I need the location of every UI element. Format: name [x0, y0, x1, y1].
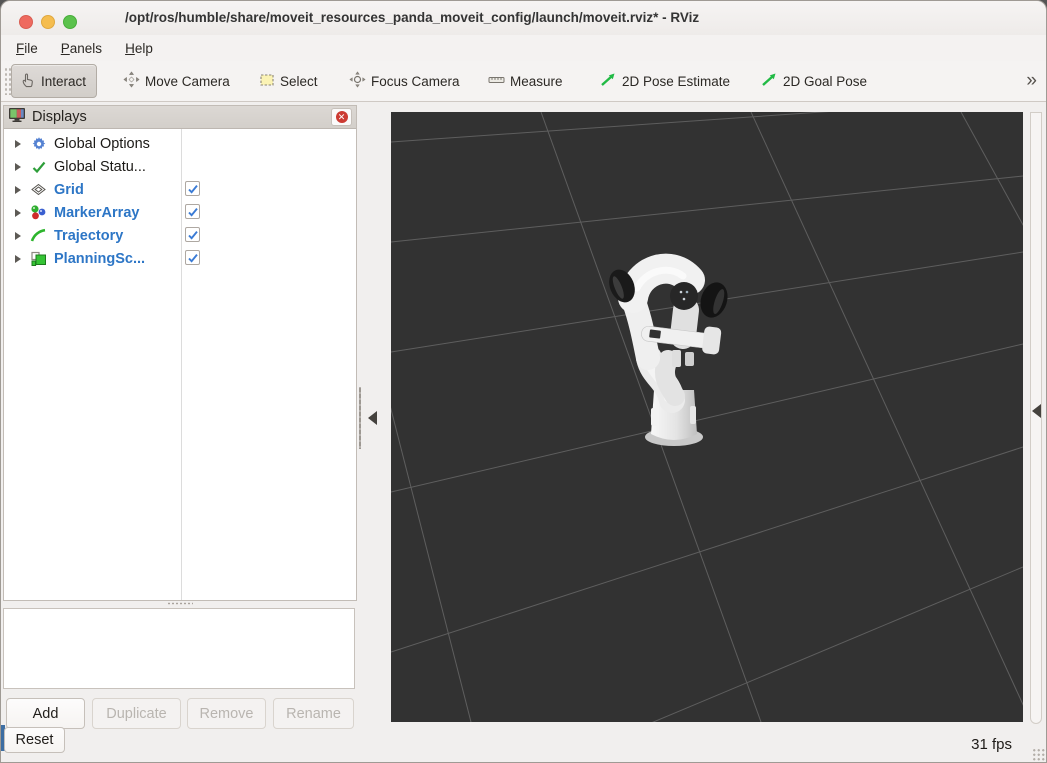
- planning-scene-icon: [30, 250, 47, 267]
- expander-icon[interactable]: [15, 162, 21, 171]
- tree-row-marker-array[interactable]: MarkerArray: [4, 201, 356, 224]
- displays-panel-header[interactable]: Displays ✕: [4, 106, 356, 129]
- ruler-icon: [488, 71, 505, 91]
- green-arrow-icon: [761, 71, 778, 91]
- rename-display-button[interactable]: Rename: [273, 698, 354, 729]
- move-arrows-icon: [123, 71, 140, 91]
- minimize-window-icon[interactable]: [41, 15, 55, 29]
- expander-icon[interactable]: [15, 254, 21, 263]
- planning-scene-checkbox[interactable]: [185, 250, 200, 265]
- right-splitter-lane[interactable]: [1030, 112, 1042, 724]
- selection-box-icon: [259, 72, 275, 91]
- left-splitter-dots[interactable]: [359, 387, 361, 449]
- tool-2d-goal-pose[interactable]: 2D Goal Pose: [761, 61, 867, 101]
- green-arrow-icon: [600, 71, 617, 91]
- render-viewport[interactable]: [391, 112, 1023, 722]
- displays-monitor-icon: [8, 107, 26, 128]
- maximize-window-icon[interactable]: [63, 15, 77, 29]
- panel-title: Displays: [32, 109, 87, 125]
- grid-icon: [30, 181, 47, 198]
- viewport-canvas: [391, 112, 1023, 722]
- resize-grip[interactable]: [1032, 748, 1045, 761]
- tree-row-global-options[interactable]: Global Options: [4, 132, 356, 155]
- tree-row-planning-scene[interactable]: PlanningSc...: [4, 247, 356, 270]
- menubar: File Panels Help: [1, 35, 1046, 61]
- collapse-right-panel-icon[interactable]: [1032, 404, 1041, 418]
- panel-splitter-handle[interactable]: [3, 601, 357, 607]
- grid-checkbox[interactable]: [185, 181, 200, 196]
- close-icon: ✕: [335, 111, 348, 123]
- window-title: /opt/ros/humble/share/moveit_resources_p…: [125, 10, 700, 25]
- titlebar[interactable]: /opt/ros/humble/share/moveit_resources_p…: [1, 1, 1046, 36]
- duplicate-display-button[interactable]: Duplicate: [92, 698, 181, 729]
- tool-label: Interact: [41, 73, 87, 89]
- tool-label: Focus Camera: [371, 73, 460, 89]
- tool-measure[interactable]: Measure: [488, 61, 563, 101]
- displays-tree: Global Options Global Statu... Grid Mark…: [4, 132, 356, 270]
- tool-label: Move Camera: [145, 73, 230, 89]
- remove-display-button[interactable]: Remove: [187, 698, 266, 729]
- marker-array-checkbox[interactable]: [185, 204, 200, 219]
- row-label[interactable]: Global Statu...: [54, 159, 146, 175]
- display-description-box: [3, 608, 355, 689]
- tool-label: Select: [280, 73, 318, 89]
- tree-row-trajectory[interactable]: Trajectory: [4, 224, 356, 247]
- collapse-left-panel-icon[interactable]: [368, 411, 377, 425]
- tool-label: 2D Pose Estimate: [622, 73, 731, 89]
- tool-select[interactable]: Select: [259, 61, 318, 101]
- row-label[interactable]: Global Options: [54, 136, 150, 152]
- tool-interact[interactable]: Interact: [11, 64, 98, 98]
- gear-icon: [30, 135, 47, 152]
- add-display-button[interactable]: Add: [6, 698, 85, 729]
- row-label[interactable]: Grid: [54, 182, 84, 198]
- tool-move-camera[interactable]: Move Camera: [123, 61, 230, 101]
- row-label[interactable]: MarkerArray: [54, 205, 139, 221]
- fps-counter: 31 fps: [971, 736, 1012, 753]
- marker-array-icon: [30, 204, 47, 221]
- checkmark-icon: [30, 158, 47, 175]
- floor-grid: [391, 112, 1023, 722]
- trajectory-icon: [30, 227, 47, 244]
- expander-icon[interactable]: [15, 185, 21, 194]
- panda-robot: [609, 253, 728, 446]
- tool-label: Measure: [510, 73, 563, 89]
- hand-icon: [20, 72, 36, 91]
- menu-help[interactable]: Help: [125, 41, 153, 56]
- menu-file[interactable]: File: [16, 41, 38, 56]
- trajectory-checkbox[interactable]: [185, 227, 200, 242]
- reset-button[interactable]: Reset: [4, 727, 65, 753]
- row-label[interactable]: PlanningSc...: [54, 251, 145, 267]
- panel-close-button[interactable]: ✕: [331, 108, 352, 126]
- row-label[interactable]: Trajectory: [54, 228, 123, 244]
- status-bar: Reset 31 fps: [1, 725, 1046, 762]
- tree-row-global-status[interactable]: Global Statu...: [4, 155, 356, 178]
- tool-2d-pose-estimate[interactable]: 2D Pose Estimate: [600, 61, 730, 101]
- menu-panels[interactable]: Panels: [61, 41, 102, 56]
- expander-icon[interactable]: [15, 208, 21, 217]
- toolbar-drag-handle[interactable]: [4, 67, 11, 95]
- toolbar-overflow-chevron[interactable]: »: [1026, 61, 1037, 101]
- tree-row-grid[interactable]: Grid: [4, 178, 356, 201]
- toolbar: Interact Move Camera Select Focus Camera: [1, 61, 1046, 102]
- tool-focus-camera[interactable]: Focus Camera: [349, 61, 460, 101]
- expander-icon[interactable]: [15, 139, 21, 148]
- rviz-window: /opt/ros/humble/share/moveit_resources_p…: [0, 0, 1047, 763]
- displays-panel: Displays ✕ Global Options Global Statu..…: [3, 105, 357, 601]
- tool-label: 2D Goal Pose: [783, 73, 868, 89]
- close-window-icon[interactable]: [19, 15, 33, 29]
- focus-crosshair-icon: [349, 71, 366, 91]
- expander-icon[interactable]: [15, 231, 21, 240]
